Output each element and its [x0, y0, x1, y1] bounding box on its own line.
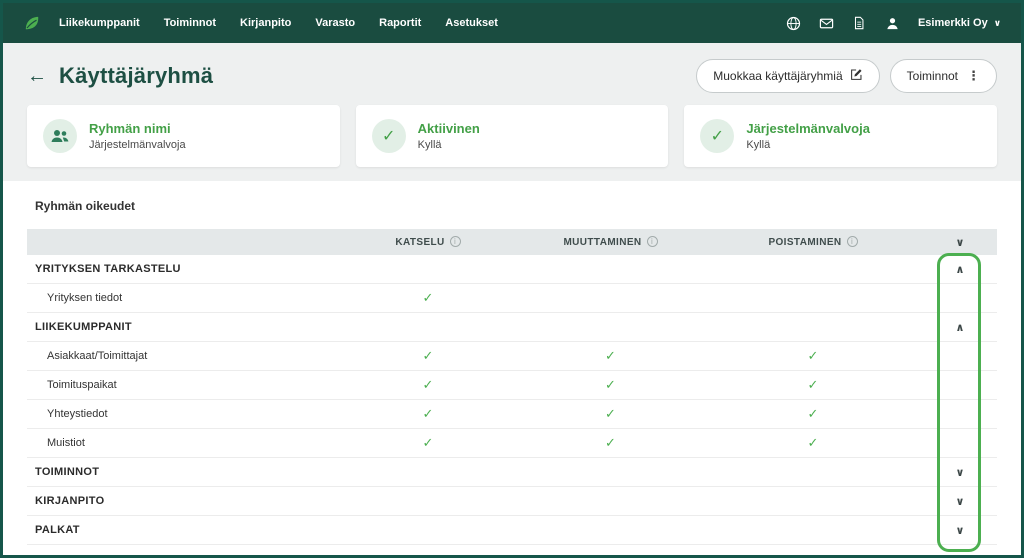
section-toggle[interactable]: ∧	[923, 260, 997, 278]
card-title: Järjestelmänvalvoja	[746, 121, 870, 136]
chevron-down-icon: ∨	[956, 237, 965, 249]
check-icon: ✓	[605, 406, 616, 421]
table-row-item: Muistiot ✓ ✓ ✓	[27, 429, 997, 458]
check-icon: ✓	[808, 435, 819, 450]
table-header-row: KATSELUi MUUTTAMINENi POISTAMINENi ∨	[27, 229, 997, 255]
actions-button[interactable]: Toiminnot ⋮	[890, 59, 997, 93]
card-title: Aktiivinen	[418, 121, 480, 136]
table-row-item: Yhteystiedot ✓ ✓ ✓	[27, 400, 997, 429]
check-icon: ✓	[423, 290, 434, 305]
info-icon[interactable]: i	[647, 236, 658, 247]
check-icon: ✓	[808, 406, 819, 421]
permissions-title: Ryhmän oikeudet	[27, 199, 997, 213]
table-row-section: LIIKEKUMPPANIT ∧	[27, 313, 997, 342]
kebab-menu-icon: ⋮	[965, 68, 980, 84]
section-toggle[interactable]: ∧	[923, 318, 997, 336]
column-header-muuttaminen: MUUTTAMINENi	[518, 236, 703, 248]
company-name: Esimerkki Oy	[918, 17, 988, 29]
table-row-section: PALKAT ∨	[27, 516, 997, 545]
edit-user-groups-button[interactable]: Muokkaa käyttäjäryhmiä	[696, 59, 879, 93]
check-icon: ✓	[605, 377, 616, 392]
column-header-poistaminen: POISTAMINENi	[703, 236, 923, 248]
card-active: ✓ Aktiivinen Kyllä	[356, 105, 669, 167]
card-value: Kyllä	[418, 139, 480, 151]
check-circle-icon: ✓	[372, 119, 406, 153]
table-row-item: Asiakkaat/Toimittajat ✓ ✓ ✓	[27, 342, 997, 371]
header-buttons: Muokkaa käyttäjäryhmiä Toiminnot ⋮	[696, 59, 997, 93]
top-navbar: Liikekumppanit Toiminnot Kirjanpito Vara…	[3, 3, 1021, 43]
table-row-item: Yrityksen tiedot ✓	[27, 284, 997, 313]
app-logo-leaf-icon[interactable]	[23, 14, 41, 32]
navbar-right: Esimerkki Oy ∨	[786, 16, 1001, 31]
app-window: Liikekumppanit Toiminnot Kirjanpito Vara…	[0, 0, 1024, 558]
chevron-down-icon: ∨	[956, 525, 965, 537]
nav-item-asetukset[interactable]: Asetukset	[445, 17, 498, 29]
table-row-section: KIRJANPITO ∨	[27, 487, 997, 516]
column-header-katselu: KATSELUi	[338, 236, 518, 248]
table-row-item: Toimituspaikat ✓ ✓ ✓	[27, 371, 997, 400]
nav-item-raportit[interactable]: Raportit	[379, 17, 421, 29]
check-icon: ✓	[423, 377, 434, 392]
card-value: Kyllä	[746, 139, 870, 151]
nav-item-varasto[interactable]: Varasto	[315, 17, 355, 29]
collapse-all-chevron[interactable]: ∨	[923, 233, 997, 251]
group-icon	[43, 119, 77, 153]
chevron-down-icon: ∨	[956, 467, 965, 479]
check-icon: ✓	[605, 435, 616, 450]
chevron-down-icon: ∨	[956, 496, 965, 508]
check-icon: ✓	[423, 348, 434, 363]
page-title: Käyttäjäryhmä	[59, 63, 213, 89]
nav-item-liikekumppanit[interactable]: Liikekumppanit	[59, 17, 140, 29]
summary-cards: Ryhmän nimi Järjestelmänvalvoja ✓ Aktiiv…	[3, 105, 1021, 167]
check-icon: ✓	[423, 406, 434, 421]
section-toggle[interactable]: ∨	[923, 492, 997, 510]
chevron-up-icon: ∧	[956, 264, 965, 276]
info-icon[interactable]: i	[847, 236, 858, 247]
main-menu: Liikekumppanit Toiminnot Kirjanpito Vara…	[59, 17, 498, 29]
chevron-down-icon: ∨	[994, 18, 1001, 29]
mail-icon[interactable]	[819, 16, 834, 31]
table-row-section: YRITYKSEN TARKASTELU ∧	[27, 255, 997, 284]
card-title: Ryhmän nimi	[89, 121, 186, 136]
card-value: Järjestelmänvalvoja	[89, 139, 186, 151]
document-icon[interactable]	[852, 16, 867, 31]
section-toggle[interactable]: ∨	[923, 521, 997, 539]
user-icon[interactable]	[885, 16, 900, 31]
globe-icon[interactable]	[786, 16, 801, 31]
page-header: ← Käyttäjäryhmä Muokkaa käyttäjäryhmiä T…	[3, 43, 1021, 105]
back-arrow-icon[interactable]: ←	[27, 65, 47, 88]
check-icon: ✓	[423, 435, 434, 450]
edit-icon	[850, 68, 863, 84]
section-toggle[interactable]: ∨	[923, 463, 997, 481]
check-icon: ✓	[605, 348, 616, 363]
nav-item-kirjanpito[interactable]: Kirjanpito	[240, 17, 291, 29]
check-icon: ✓	[808, 377, 819, 392]
permissions-panel: Ryhmän oikeudet KATSELUi MUUTTAMINENi PO…	[3, 181, 1021, 555]
nav-item-toiminnot[interactable]: Toiminnot	[164, 17, 216, 29]
card-group-name: Ryhmän nimi Järjestelmänvalvoja	[27, 105, 340, 167]
check-icon: ✓	[808, 348, 819, 363]
info-icon[interactable]: i	[450, 236, 461, 247]
company-selector[interactable]: Esimerkki Oy ∨	[918, 17, 1001, 29]
check-circle-icon: ✓	[700, 119, 734, 153]
chevron-up-icon: ∧	[956, 322, 965, 334]
card-admin: ✓ Järjestelmänvalvoja Kyllä	[684, 105, 997, 167]
table-row-section: TOIMINNOT ∨	[27, 458, 997, 487]
